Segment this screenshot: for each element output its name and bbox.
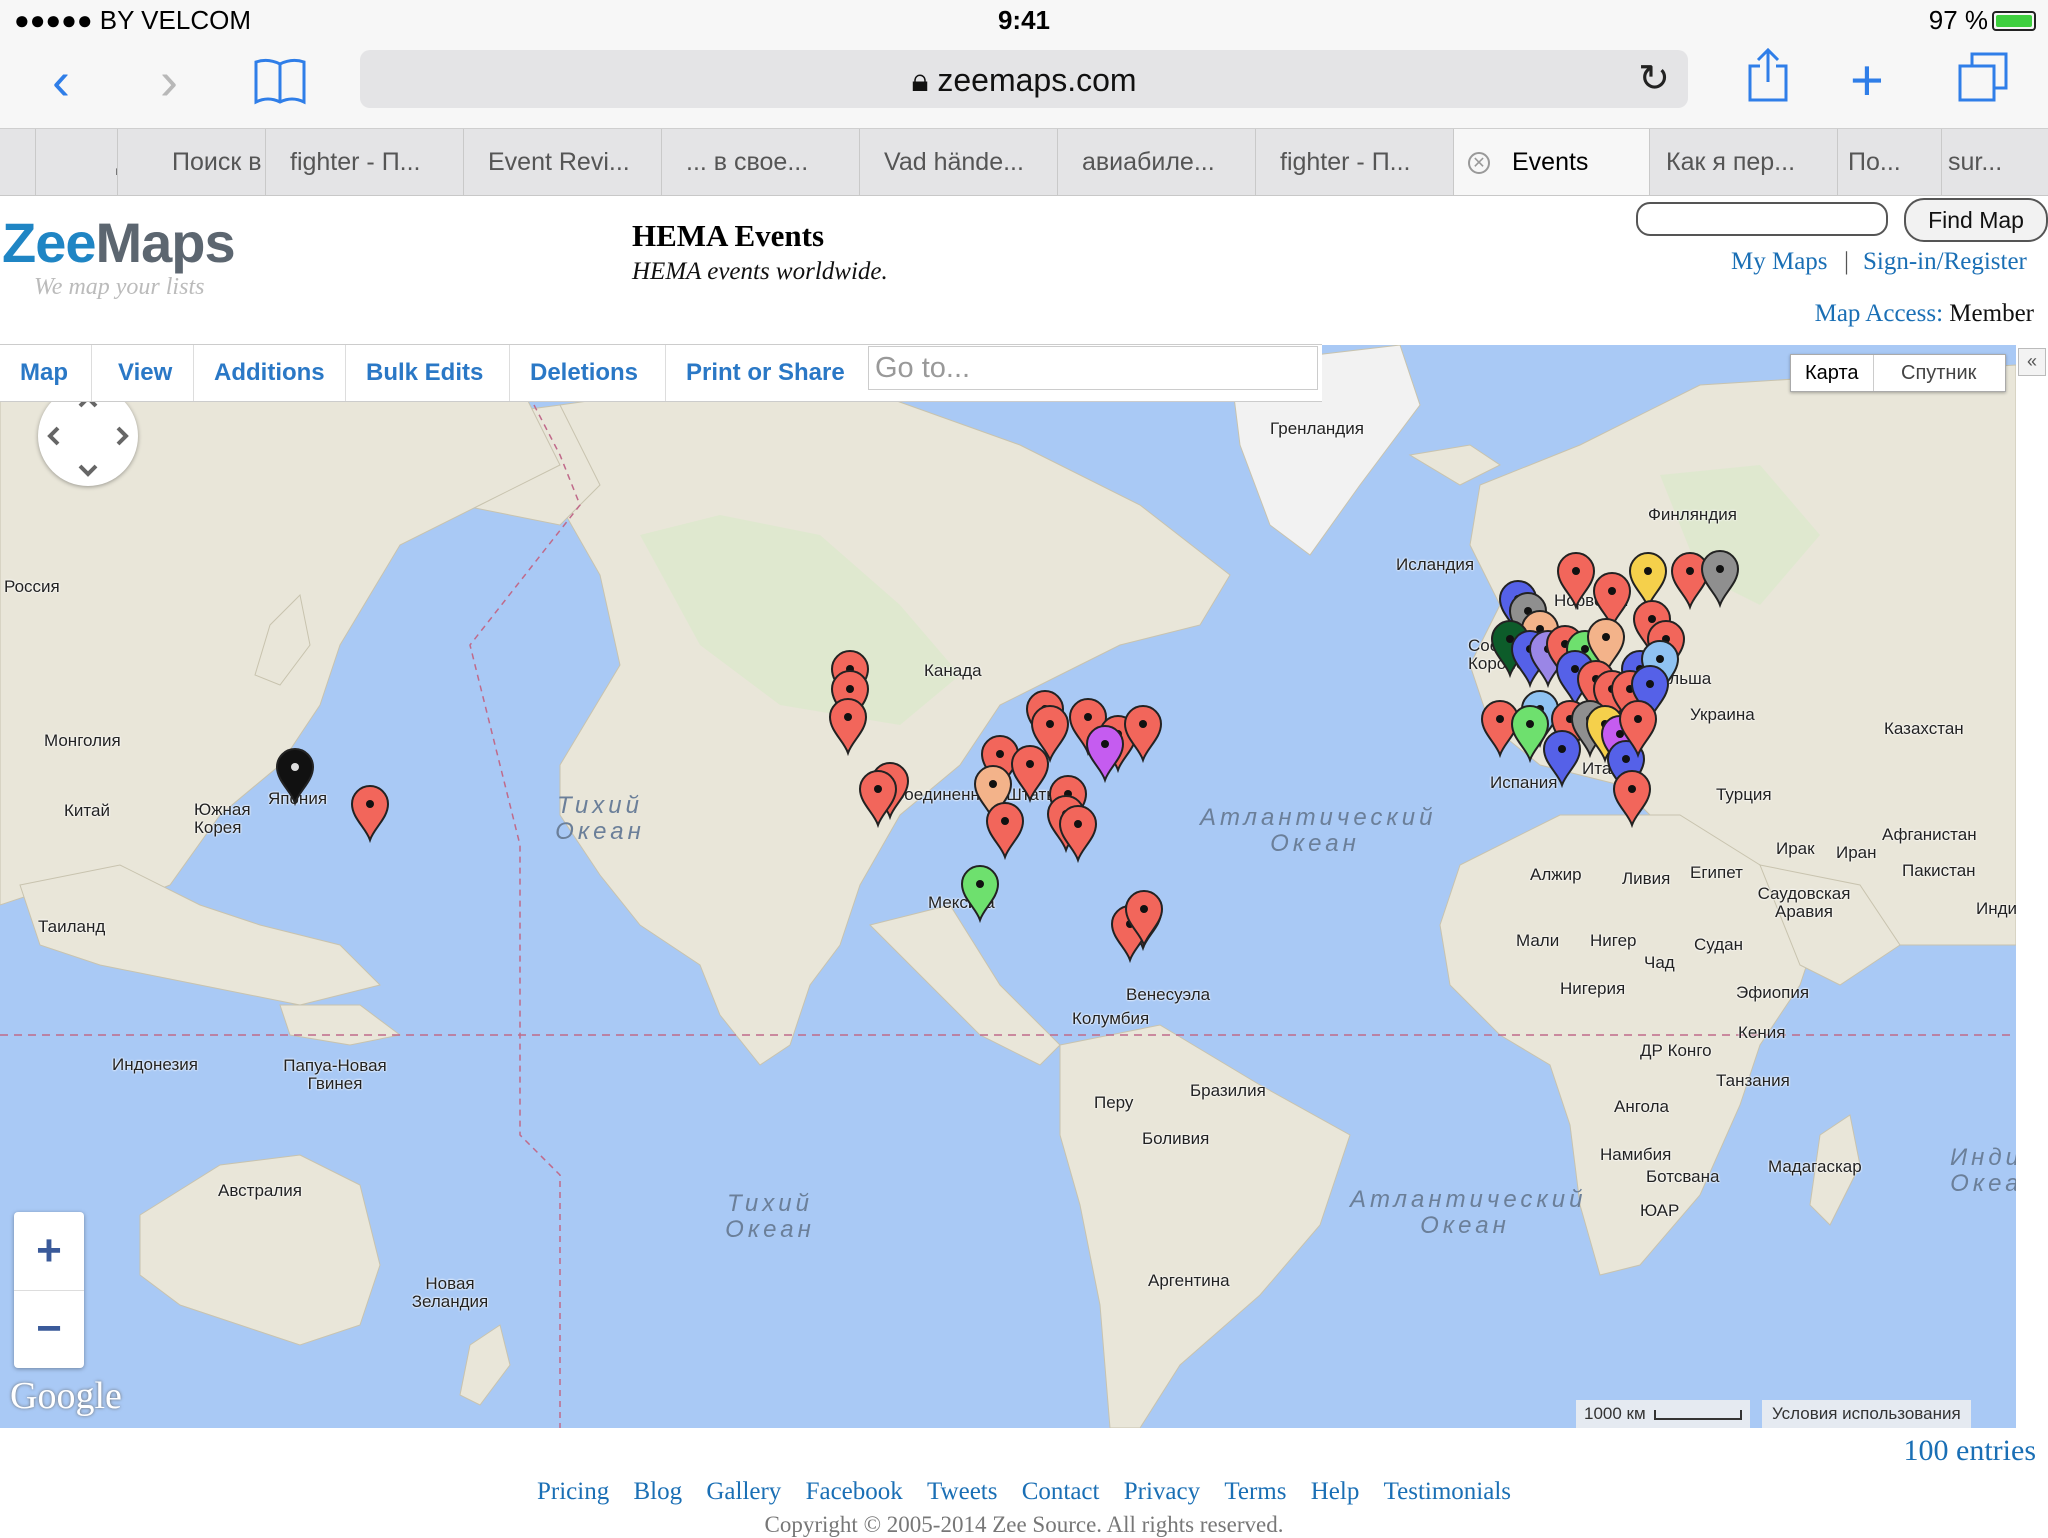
map-marker-pin[interactable] xyxy=(1700,550,1740,609)
status-bar: ●●●●● BY VELCOM 9:41 97 % xyxy=(0,0,2048,40)
map-marker-pin[interactable] xyxy=(985,802,1025,861)
copyright: Copyright © 2005-2014 Zee Source. All ri… xyxy=(764,1512,1284,1537)
tab-0[interactable]: ді xyxy=(36,129,118,195)
map-marker-pin[interactable] xyxy=(1556,552,1596,611)
tab-7[interactable]: fighter - П... xyxy=(1256,129,1454,195)
map-type-toggle: Карта Спутник xyxy=(1790,354,2006,392)
footer-link-privacy[interactable]: Privacy xyxy=(1124,1478,1200,1505)
zoom-in-button[interactable]: + xyxy=(14,1212,84,1291)
collapse-panel-icon[interactable]: « xyxy=(2018,348,2046,376)
map-terms-link[interactable]: Условия использования xyxy=(1762,1400,1971,1428)
menu-additions[interactable]: Additions xyxy=(194,345,346,401)
menu-print-share[interactable]: Print or Share xyxy=(666,345,866,401)
tab-events-active[interactable]: ✕ Events xyxy=(1454,129,1650,195)
logo-tagline: We map your lists xyxy=(34,274,205,300)
tab-5[interactable]: Vad hände... xyxy=(860,129,1058,195)
footer-link-terms[interactable]: Terms xyxy=(1224,1478,1286,1505)
map-marker-pin[interactable] xyxy=(1670,552,1710,611)
entries-count[interactable]: 100 entries xyxy=(1904,1434,2036,1468)
address-bar[interactable]: 🔒︎ zeemaps.com ↻ xyxy=(360,50,1688,108)
map-scale: 1000 км xyxy=(1576,1400,1750,1428)
map-marker-pin[interactable] xyxy=(1058,805,1098,864)
battery-icon xyxy=(1992,11,2036,31)
tab-6[interactable]: авиабиле... xyxy=(1058,129,1256,195)
tab-8-label: Events xyxy=(1512,148,1589,176)
map-marker-pin[interactable] xyxy=(1612,770,1652,829)
forward-icon[interactable]: › xyxy=(160,54,178,108)
tab-10[interactable]: По... xyxy=(1838,129,1942,195)
share-icon[interactable] xyxy=(1744,46,1792,109)
footer-link-testimonials[interactable]: Testimonials xyxy=(1384,1478,1511,1505)
back-icon[interactable]: ‹ xyxy=(52,54,70,108)
footer-link-blog[interactable]: Blog xyxy=(633,1478,682,1505)
zoom-control: + − xyxy=(14,1212,84,1368)
map-marker-pin[interactable] xyxy=(350,785,390,844)
map-type-satellite[interactable]: Спутник xyxy=(1887,355,1990,391)
map-marker-pin[interactable] xyxy=(1628,552,1668,611)
footer-link-tweets[interactable]: Tweets xyxy=(927,1478,997,1505)
map-marker-pin[interactable] xyxy=(1542,730,1582,789)
zoom-out-button[interactable]: − xyxy=(14,1290,84,1368)
bookmarks-icon[interactable] xyxy=(252,56,308,111)
tab-2[interactable]: fighter - П... xyxy=(266,129,464,195)
menu-bulk-edits[interactable]: Bulk Edits xyxy=(346,345,510,401)
find-map-button[interactable]: Find Map xyxy=(1904,198,2048,242)
sign-in-link[interactable]: Sign-in/Register xyxy=(1863,248,2027,276)
browser-toolbar: ‹ › 🔒︎ zeemaps.com ↻ + xyxy=(0,40,2048,128)
map-access: Map Access: Member xyxy=(1815,300,2034,328)
google-logo: Google xyxy=(10,1375,122,1417)
url: zeemaps.com xyxy=(937,62,1137,98)
tab-11[interactable]: sur... xyxy=(1942,129,2048,195)
tab-4[interactable]: ... в свое... xyxy=(662,129,860,195)
menu-deletions[interactable]: Deletions xyxy=(510,345,666,401)
tab-9[interactable]: Как я пер... xyxy=(1650,129,1838,195)
battery-percent: 97 % xyxy=(1928,5,1988,35)
tab-stub[interactable] xyxy=(0,129,36,195)
map-marker-pin[interactable] xyxy=(275,748,315,807)
map-canvas[interactable]: Гренландия Исландия Финляндия Россия Мон… xyxy=(0,345,2016,1428)
new-tab-icon[interactable]: + xyxy=(1850,52,1884,110)
map-marker-pin[interactable] xyxy=(1010,745,1050,804)
footer-link-gallery[interactable]: Gallery xyxy=(706,1478,781,1505)
marker-layer[interactable] xyxy=(0,345,2016,1428)
logo-zee: Zee xyxy=(2,211,96,274)
tab-bar: ді Поиск в fighter - П... Event Revi... … xyxy=(0,128,2048,196)
map-type-map[interactable]: Карта xyxy=(1791,355,1874,391)
url-text: 🔒︎ zeemaps.com xyxy=(911,62,1137,98)
footer-link-pricing[interactable]: Pricing xyxy=(537,1478,609,1505)
clock: 9:41 xyxy=(997,5,1051,35)
tab-3[interactable]: Event Revi... xyxy=(464,129,662,195)
menu-map[interactable]: Map xyxy=(0,345,92,401)
goto-input[interactable]: Go to... xyxy=(868,346,1318,390)
map-marker-pin[interactable] xyxy=(828,698,868,757)
tab-1[interactable]: Поиск в xyxy=(148,129,266,195)
map-access-value: Member xyxy=(1949,300,2034,327)
scale-bar xyxy=(1653,1409,1742,1420)
map-marker-pin[interactable] xyxy=(1510,705,1550,764)
scale-label: 1000 км xyxy=(1584,1404,1646,1423)
footer-link-contact[interactable]: Contact xyxy=(1022,1478,1100,1505)
map-title: HEMA Events xyxy=(632,218,825,253)
map-marker-pin[interactable] xyxy=(1592,572,1632,631)
footer-links: Pricing Blog Gallery Facebook Tweets Con… xyxy=(0,1478,2048,1506)
map-subtitle: HEMA events worldwide. xyxy=(632,258,888,285)
footer-link-help[interactable]: Help xyxy=(1311,1478,1360,1505)
battery-fill xyxy=(1996,15,2032,27)
my-maps-link[interactable]: My Maps xyxy=(1731,248,1828,276)
zeemaps-logo[interactable]: ZeeMaps xyxy=(2,210,236,275)
close-tab-icon[interactable]: ✕ xyxy=(1468,152,1490,175)
reload-icon[interactable]: ↻ xyxy=(1638,56,1670,101)
link-separator: | xyxy=(1844,248,1850,275)
map-marker-pin[interactable] xyxy=(960,865,1000,924)
menu-view[interactable]: View xyxy=(92,345,194,401)
find-map-input[interactable] xyxy=(1636,202,1888,236)
tabs-icon[interactable] xyxy=(1956,50,2010,109)
logo-maps: Maps xyxy=(95,211,236,274)
map-access-label: Map Access: xyxy=(1814,300,1944,327)
map-marker-pin[interactable] xyxy=(1123,705,1163,764)
footer-link-facebook[interactable]: Facebook xyxy=(806,1478,903,1505)
